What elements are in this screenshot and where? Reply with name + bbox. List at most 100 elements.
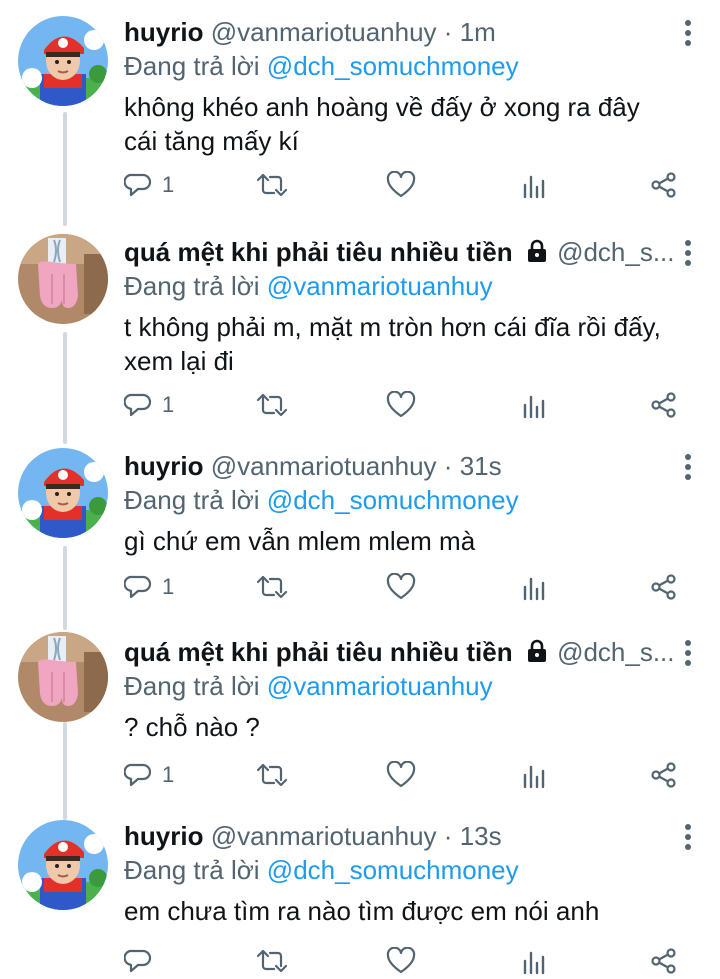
reply-count: 1 xyxy=(162,172,175,197)
reply-button[interactable] xyxy=(124,944,162,978)
user-handle[interactable]: @vanmariotuanhuy xyxy=(211,451,437,481)
reply-context: Đang trả lời @dch_somuchmoney xyxy=(124,484,700,516)
analytics-icon xyxy=(523,175,545,199)
share-button[interactable] xyxy=(650,944,678,978)
tweet-text: t không phải m, mặt m tròn hơn cái đĩa r… xyxy=(124,312,661,376)
analytics-button[interactable] xyxy=(520,168,548,202)
avatar[interactable] xyxy=(18,448,108,538)
retweet-icon xyxy=(256,173,288,197)
action-bar: 1 xyxy=(124,168,700,202)
separator-dot: · xyxy=(443,17,453,47)
reply-count: 1 xyxy=(162,392,175,417)
analytics-button[interactable] xyxy=(520,388,548,422)
reply-prefix: Đang trả lời xyxy=(124,485,260,515)
more-icon[interactable] xyxy=(676,452,700,482)
reply-icon xyxy=(124,393,152,417)
retweet-button[interactable] xyxy=(256,388,288,422)
action-bar: 1 xyxy=(124,570,700,604)
retweet-button[interactable] xyxy=(256,570,288,604)
reply-mention[interactable]: @vanmariotuanhuy xyxy=(267,671,493,701)
reply-button[interactable]: 1 xyxy=(124,758,174,792)
retweet-button[interactable] xyxy=(256,758,288,792)
more-icon[interactable] xyxy=(676,238,700,268)
analytics-icon xyxy=(523,577,545,601)
tweet-header: quá mệt khi phải tiêu nhiều tiền @dch_s.… xyxy=(124,234,700,270)
share-button[interactable] xyxy=(650,168,678,202)
user-name[interactable]: quá mệt khi phải tiêu nhiều tiền xyxy=(124,237,513,267)
like-button[interactable] xyxy=(386,758,416,792)
reply-count: 1 xyxy=(162,762,175,787)
timestamp[interactable]: 1m xyxy=(460,17,496,47)
reply-mention[interactable]: @vanmariotuanhuy xyxy=(267,271,493,301)
user-handle[interactable]: @vanmariotuanhuy xyxy=(211,17,437,47)
like-button[interactable] xyxy=(386,168,416,202)
mario-avatar-image xyxy=(18,16,108,106)
reply-icon xyxy=(124,575,152,599)
user-name[interactable]: huyrio xyxy=(124,17,203,47)
user-name[interactable]: huyrio xyxy=(124,821,203,851)
tweet-text: không khéo anh hoàng về đấy ở xong ra đâ… xyxy=(124,92,640,156)
avatar[interactable] xyxy=(18,632,108,722)
reply-button[interactable]: 1 xyxy=(124,570,174,604)
tweet-text: ? chỗ nào ? xyxy=(124,712,260,742)
reply-button[interactable]: 1 xyxy=(124,168,174,202)
user-handle[interactable]: @dch_s... xyxy=(557,637,674,667)
tweet[interactable]: quá mệt khi phải tiêu nhiều tiền @dch_s.… xyxy=(0,620,720,810)
timestamp[interactable]: 31s xyxy=(460,451,502,481)
user-handle[interactable]: @vanmariotuanhuy xyxy=(211,821,437,851)
user-name[interactable]: quá mệt khi phải tiêu nhiều tiền xyxy=(124,637,513,667)
share-button[interactable] xyxy=(650,570,678,604)
more-icon[interactable] xyxy=(676,638,700,668)
user-name[interactable]: huyrio xyxy=(124,451,203,481)
like-icon xyxy=(386,171,416,198)
pink-towel-avatar-image xyxy=(18,632,108,722)
share-button[interactable] xyxy=(650,388,678,422)
tweet[interactable]: huyrio @vanmariotuanhuy · 1m Đang trả lờ… xyxy=(0,0,720,220)
reply-context: Đang trả lời @vanmariotuanhuy xyxy=(124,270,700,302)
mario-avatar-image xyxy=(18,820,108,910)
lock-icon xyxy=(527,639,546,662)
analytics-icon xyxy=(523,951,545,975)
reply-mention[interactable]: @dch_somuchmoney xyxy=(267,51,519,81)
retweet-icon xyxy=(256,393,288,417)
tweet-header: huyrio @vanmariotuanhuy · 1m xyxy=(124,14,700,50)
analytics-icon xyxy=(523,395,545,419)
like-button[interactable] xyxy=(386,570,416,604)
reply-mention[interactable]: @dch_somuchmoney xyxy=(267,855,519,885)
tweet[interactable]: quá mệt khi phải tiêu nhiều tiền @dch_s.… xyxy=(0,220,720,434)
share-icon xyxy=(651,172,676,198)
tweet-text: gì chứ em vẫn mlem mlem mà xyxy=(124,526,476,556)
tweet[interactable]: huyrio @vanmariotuanhuy · 31s Đang trả l… xyxy=(0,434,720,620)
reply-mention[interactable]: @dch_somuchmoney xyxy=(267,485,519,515)
timestamp[interactable]: 13s xyxy=(460,821,502,851)
mario-avatar-image xyxy=(18,448,108,538)
reply-context: Đang trả lời @dch_somuchmoney xyxy=(124,50,700,82)
like-button[interactable] xyxy=(386,388,416,422)
retweet-icon xyxy=(256,763,288,787)
more-icon[interactable] xyxy=(676,18,700,48)
avatar[interactable] xyxy=(18,16,108,106)
analytics-button[interactable] xyxy=(520,570,548,604)
analytics-icon xyxy=(523,765,545,789)
like-icon xyxy=(386,947,416,974)
analytics-button[interactable] xyxy=(520,758,548,792)
avatar[interactable] xyxy=(18,234,108,324)
user-handle[interactable]: @dch_s... xyxy=(557,237,674,267)
retweet-button[interactable] xyxy=(256,944,288,978)
action-bar: 1 xyxy=(124,388,700,422)
pink-towel-avatar-image xyxy=(18,234,108,324)
tweet-text: em chưa tìm ra nào tìm được em nói anh xyxy=(124,896,600,926)
tweet[interactable]: huyrio @vanmariotuanhuy · 13s Đang trả l… xyxy=(0,810,720,979)
more-icon[interactable] xyxy=(676,822,700,852)
reply-prefix: Đang trả lời xyxy=(124,51,260,81)
tweet-header: quá mệt khi phải tiêu nhiều tiền @dch_s.… xyxy=(124,634,700,670)
share-icon xyxy=(651,762,676,788)
analytics-button[interactable] xyxy=(520,944,548,978)
separator-dot: · xyxy=(443,451,453,481)
share-button[interactable] xyxy=(650,758,678,792)
like-button[interactable] xyxy=(386,944,416,978)
reply-icon xyxy=(124,763,152,787)
avatar[interactable] xyxy=(18,820,108,910)
reply-button[interactable]: 1 xyxy=(124,388,174,422)
retweet-button[interactable] xyxy=(256,168,288,202)
